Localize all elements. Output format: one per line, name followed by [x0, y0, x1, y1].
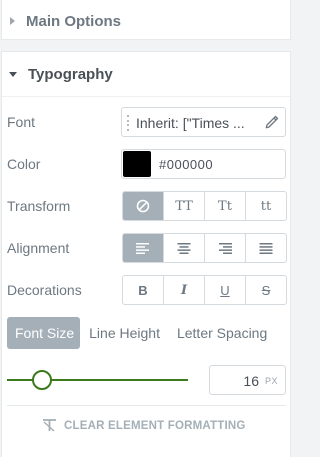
font-size-input[interactable]: 16 PX — [209, 365, 286, 395]
transform-button-group: TT Tt tt — [122, 191, 287, 221]
color-swatch[interactable] — [123, 151, 151, 177]
alignment-button-group — [122, 233, 287, 263]
alignment-label: Alignment — [7, 240, 70, 256]
underline-icon: U — [220, 282, 230, 298]
transform-label: Transform — [7, 198, 71, 214]
font-label: Font — [7, 114, 36, 130]
font-picker[interactable]: Inherit: ["Times ... — [121, 107, 286, 137]
drag-handle-icon — [126, 115, 129, 131]
tab-font-size[interactable]: Font Size — [7, 317, 81, 349]
decorations-button-group: B I U S — [122, 275, 287, 305]
bold-button[interactable]: B — [123, 276, 163, 304]
strikethrough-button[interactable]: S — [245, 276, 286, 304]
transform-capitalize-button[interactable]: Tt — [204, 192, 245, 220]
main-options-panel: Main Options — [1, 0, 291, 40]
size-tabs: Font Size Line Height Letter Spacing — [7, 317, 278, 349]
align-right-icon — [219, 242, 232, 254]
strikethrough-icon: S — [261, 282, 271, 298]
tab-letter-spacing[interactable]: Letter Spacing — [169, 317, 277, 349]
transform-uppercase-button[interactable]: TT — [163, 192, 204, 220]
transform-none-button[interactable] — [123, 192, 163, 220]
decorations-row: Decorations B I U S — [2, 275, 290, 305]
clear-formatting-label: CLEAR ELEMENT FORMATTING — [64, 419, 246, 432]
align-justify-button[interactable] — [245, 234, 286, 262]
typography-header[interactable]: Typography — [2, 52, 290, 97]
pencil-icon[interactable] — [264, 114, 280, 130]
bold-icon: B — [138, 282, 148, 298]
font-value: Inherit: ["Times ... — [136, 115, 245, 131]
color-picker[interactable]: #000000 — [121, 149, 286, 179]
tab-line-height[interactable]: Line Height — [81, 317, 168, 349]
italic-button[interactable]: I — [163, 276, 204, 304]
clear-formatting-button[interactable]: CLEAR ELEMENT FORMATTING — [42, 419, 246, 432]
align-right-button[interactable] — [204, 234, 245, 262]
main-options-title: Main Options — [26, 12, 121, 30]
font-size-value: 16 — [243, 373, 259, 389]
alignment-row: Alignment — [2, 233, 290, 263]
typography-title: Typography — [28, 65, 113, 83]
no-transform-icon — [136, 199, 150, 213]
divider — [7, 405, 286, 406]
align-justify-icon — [259, 242, 273, 254]
transform-lowercase-button[interactable]: tt — [245, 192, 286, 220]
typography-panel: Typography Font Inherit: ["Times ... Col… — [1, 51, 291, 457]
align-center-icon — [177, 242, 191, 254]
align-left-button[interactable] — [123, 234, 163, 262]
decorations-label: Decorations — [7, 282, 82, 298]
font-row: Font Inherit: ["Times ... — [2, 107, 290, 137]
transform-row: Transform TT Tt tt — [2, 191, 290, 221]
main-options-header[interactable]: Main Options — [2, 0, 290, 43]
color-label: Color — [7, 156, 41, 172]
clear-format-icon — [43, 419, 56, 432]
align-center-button[interactable] — [163, 234, 204, 262]
align-left-icon — [136, 242, 149, 254]
color-hex-value: #000000 — [159, 157, 214, 172]
italic-icon: I — [180, 282, 188, 298]
underline-button[interactable]: U — [204, 276, 245, 304]
color-row: Color #000000 — [2, 149, 290, 179]
font-size-slider-handle[interactable] — [32, 370, 52, 390]
font-size-unit[interactable]: PX — [265, 376, 278, 386]
caret-right-icon — [10, 17, 15, 25]
caret-down-icon — [9, 71, 17, 77]
